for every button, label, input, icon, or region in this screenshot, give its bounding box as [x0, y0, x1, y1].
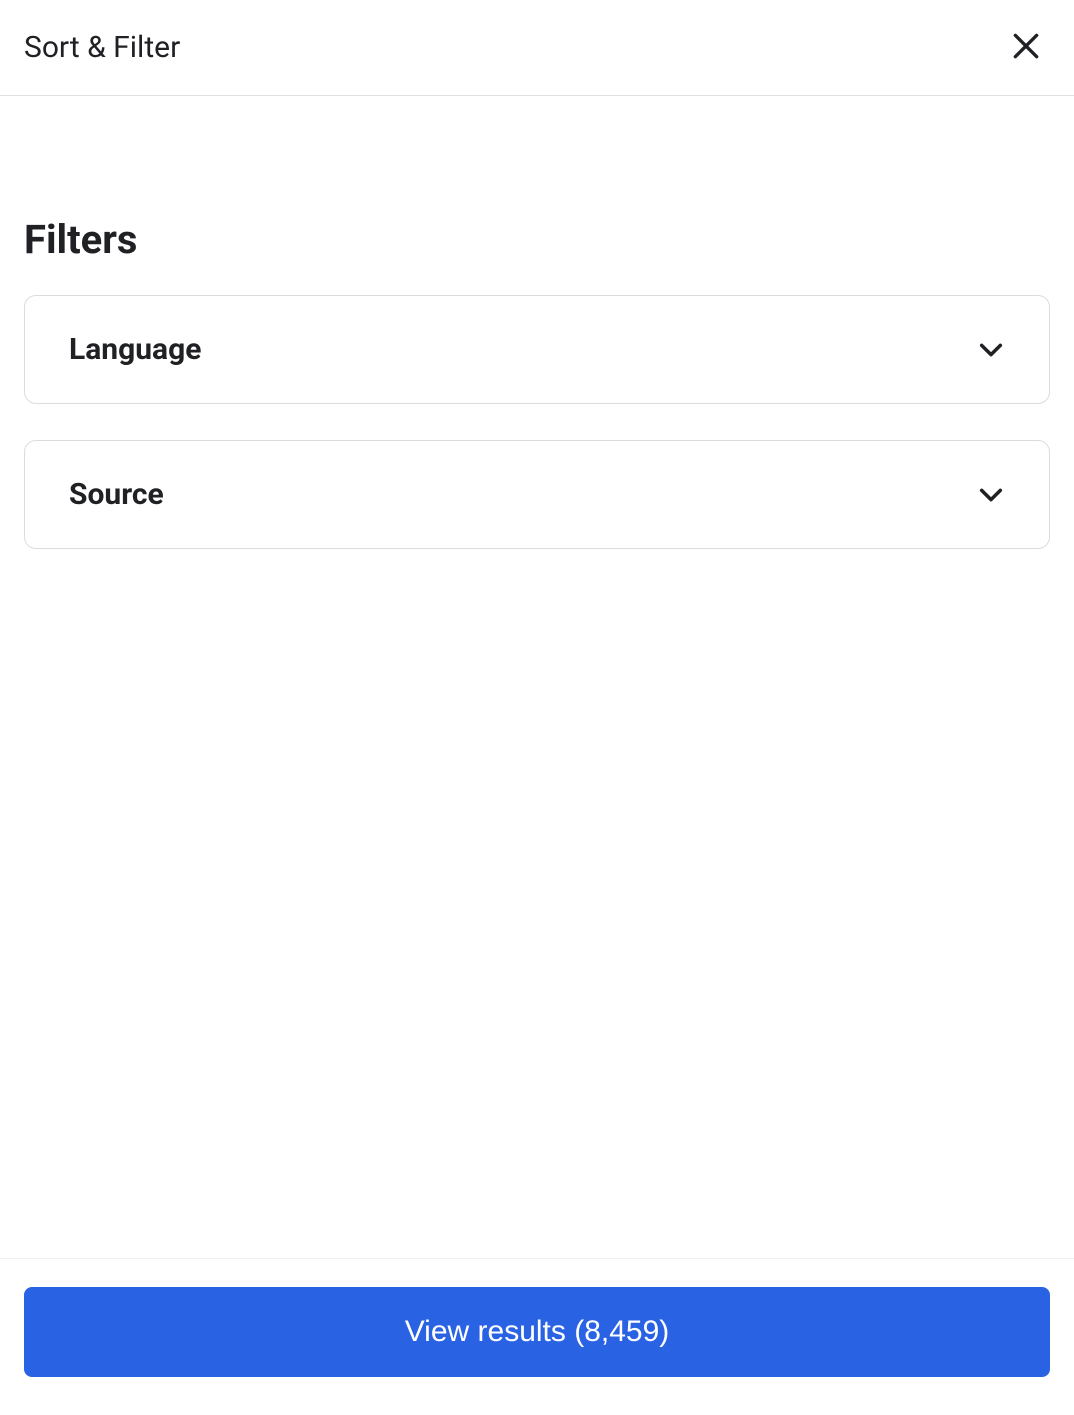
view-results-button[interactable]: View results (8,459) — [24, 1287, 1050, 1377]
filters-section-title: Filters — [24, 216, 1050, 263]
filter-source[interactable]: Source — [24, 440, 1050, 549]
close-button[interactable] — [1002, 22, 1050, 73]
modal-footer: View results (8,459) — [0, 1258, 1074, 1415]
content-area: Filters Language Source — [0, 96, 1074, 1258]
chevron-down-icon — [977, 336, 1005, 364]
filter-language[interactable]: Language — [24, 295, 1050, 404]
modal-title: Sort & Filter — [24, 30, 180, 65]
chevron-down-icon — [977, 481, 1005, 509]
modal-header: Sort & Filter — [0, 0, 1074, 96]
filter-source-label: Source — [69, 477, 164, 512]
filter-language-label: Language — [69, 332, 201, 367]
close-icon — [1010, 30, 1042, 65]
